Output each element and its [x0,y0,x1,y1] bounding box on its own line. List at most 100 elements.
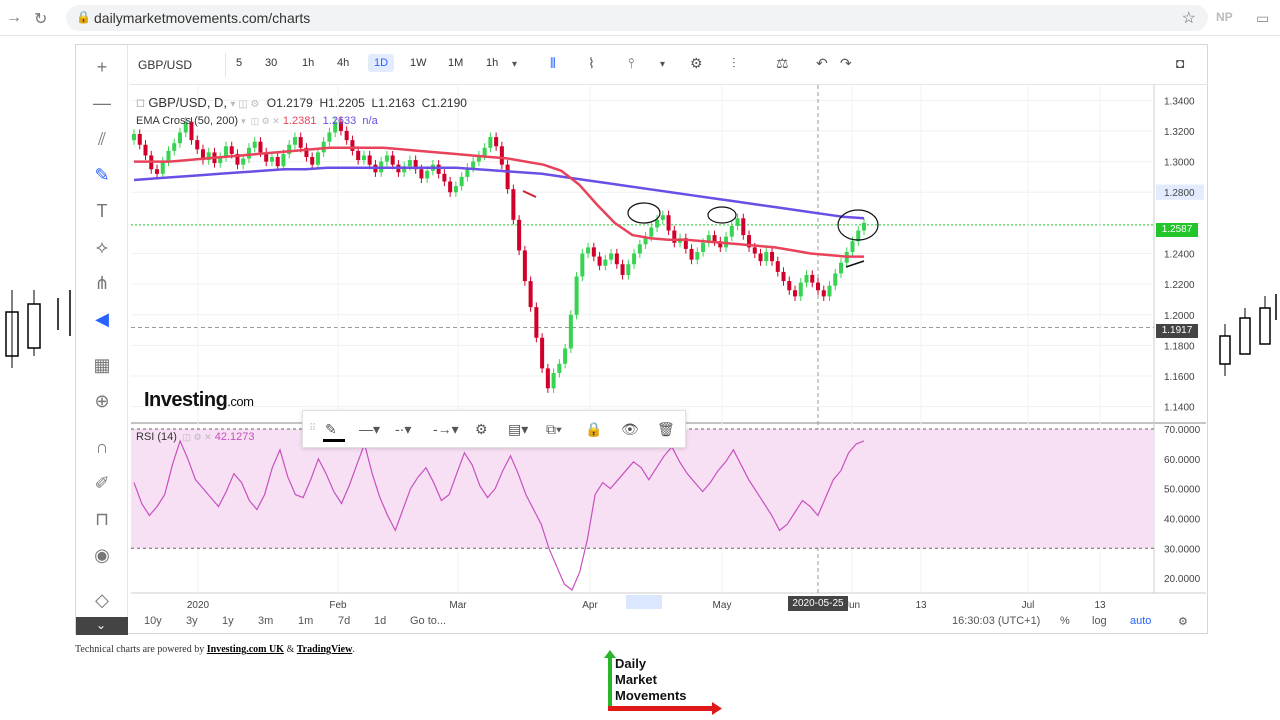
price-tick-label: 1.2800 [1164,188,1195,199]
candle-body [246,147,251,159]
candle-body [229,146,234,154]
candle-body [482,147,487,156]
price-tick-label: 1.1400 [1164,403,1195,414]
profile-avatar[interactable]: NP [1216,10,1233,24]
candle-body [160,161,165,174]
range-1d[interactable]: 1d [374,615,386,627]
legend-close: C1.2190 [421,96,467,110]
price-tick-label: 1.3400 [1164,96,1195,107]
range-7d[interactable]: 7d [338,615,350,627]
forward-icon[interactable]: → [6,9,22,27]
candle-body [620,264,625,275]
line-width-icon[interactable]: ―▾ [359,421,380,438]
hide-drawing-icon[interactable]: 👁 [621,421,639,438]
clock-time: 16:30:03 (UTC+1) [952,615,1041,627]
candle-body [494,137,499,147]
browser-toolbar: → ↻ 🔒 dailymarketmovements.com/charts ☆ … [0,0,1280,36]
rsi-settings-icons[interactable]: ◫ ⚙ ✕ [180,432,212,442]
drag-handle-icon[interactable]: ⠿ [309,423,316,434]
extension-icon[interactable]: ▭ [1256,10,1269,27]
candle-body [666,215,671,231]
candle-body [586,247,591,254]
ema-settings-icons[interactable]: ▾ ◫ ⚙ ✕ [241,116,280,126]
candle-body [488,137,493,148]
candle-body [637,244,642,254]
crosshair-price-tag: 1.1917 [1156,324,1198,338]
candle-body [425,170,430,179]
range-toolbar: 10y 3y 1y 3m 1m 7d 1d Go to... 16:30:03 … [130,615,1208,633]
candle-body [563,348,568,364]
candle-body [522,250,527,282]
candle-body [361,155,366,161]
candle-body [459,176,464,187]
reload-icon[interactable]: ↻ [34,9,47,29]
auto-scale[interactable]: auto [1130,615,1151,627]
candle-body [827,285,832,297]
price-tick-label: 1.2000 [1164,311,1195,322]
candle-body [764,251,769,262]
candle-body [770,251,775,262]
legend-settings-icons[interactable]: ▾ ◫ ⚙ [230,99,259,110]
candle-body [419,169,424,179]
drawing-settings-icon[interactable]: ⚙ [475,421,488,438]
pen-color-swatch[interactable] [323,439,345,442]
scale-settings-icon[interactable]: ⚙ [1178,615,1188,628]
candle-body [850,241,855,252]
line-style-dash-icon[interactable]: -·▾ [395,421,411,438]
candle-body [741,218,746,236]
candle-body [591,247,596,257]
candle-body [574,276,579,315]
delete-drawing-icon[interactable]: 🗑 [657,421,675,438]
pen-color-icon[interactable]: ✎ [325,421,337,438]
candle-body [154,169,160,174]
time-tick-label: Feb [329,600,347,611]
lock-drawing-icon[interactable]: 🔒 [585,421,602,438]
range-3m[interactable]: 3m [258,615,273,627]
rsi-tick-label: 60.0000 [1164,455,1201,466]
address-bar[interactable]: 🔒 dailymarketmovements.com/charts ☆ [66,5,1208,31]
price-tick-label: 1.2400 [1164,250,1195,261]
candle-body [367,155,372,165]
range-3y[interactable]: 3y [186,615,198,627]
goto-date[interactable]: Go to... [410,615,446,627]
candle-body [804,274,809,283]
candle-body [838,262,844,274]
candle-body [511,189,516,220]
line-end-icon[interactable]: -→▾ [433,421,459,438]
candle-body [195,140,200,150]
time-tick-label: 2020 [187,600,210,611]
candle-body [735,218,740,226]
candle-body [269,156,274,162]
candle-body [292,137,297,145]
candle-body [557,363,562,373]
daily-market-movements-logo: Daily Market Movements [604,640,724,718]
range-10y[interactable]: 10y [144,615,162,627]
bookmark-star-icon[interactable]: ☆ [1182,8,1196,28]
candle-body [689,248,694,260]
drawing-properties-toolbar: ⠿ ✎ ―▾ -·▾ -→▾ ⚙ ▤▾ ⧉▾ 🔒 👁 🗑 [302,410,686,448]
candle-body [545,368,550,389]
tradingview-link[interactable]: TradingView [297,644,353,655]
candle-body [143,144,148,156]
collapse-legend-icon[interactable]: ☐ [136,99,145,110]
candle-body [534,307,539,338]
log-scale[interactable]: log [1092,615,1107,627]
clone-icon[interactable]: ⧉▾ [546,421,562,438]
ema-na: n/a [362,115,378,127]
candle-body [407,160,412,167]
candle-body [298,137,303,148]
chart-canvas[interactable]: 1.3400 1.3200 1.3000 1.2800 1.2400 1.2200 1.20… [76,45,1207,633]
percent-scale[interactable]: % [1060,615,1070,627]
candle-body [517,219,522,251]
template-icon[interactable]: ▤▾ [508,421,528,438]
investing-link[interactable]: Investing.com UK [207,644,284,655]
time-highlight [626,595,662,609]
candle-body [775,261,780,272]
ema50-value: 1.2381 [282,115,317,127]
logo-line-3: Movements [615,688,687,703]
time-tick-label: Jul [1022,600,1035,611]
range-1m[interactable]: 1m [298,615,313,627]
candle-body [241,158,246,165]
candle-body [752,247,757,254]
range-1y[interactable]: 1y [222,615,234,627]
